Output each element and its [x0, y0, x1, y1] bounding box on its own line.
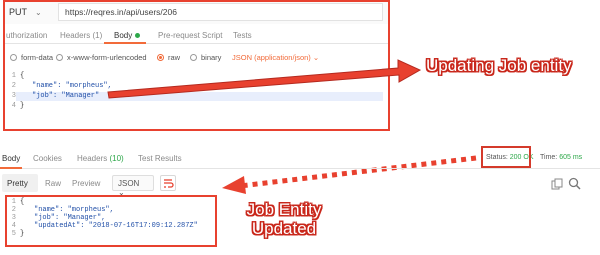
format-label: JSON [118, 179, 140, 188]
wrap-lines-icon [164, 179, 174, 188]
response-tab-cookies[interactable]: Cookies [33, 154, 62, 163]
annotation-line: Updated [251, 219, 317, 238]
response-time: Time: 605 ms [540, 154, 582, 161]
status-highlight-box [481, 146, 531, 168]
response-tab-test-results[interactable]: Test Results [138, 154, 182, 163]
format-select[interactable]: JSON ⌄ [112, 175, 154, 197]
annotation-entity-updated: Job Entity Updated [234, 200, 334, 238]
response-tab-body[interactable]: Body [2, 154, 20, 163]
annotation-line: Job Entity [246, 200, 322, 219]
search-icon[interactable] [568, 177, 581, 190]
view-pretty-button[interactable]: Pretty [7, 179, 28, 188]
copy-icon[interactable] [551, 178, 563, 190]
wrap-lines-button[interactable] [160, 175, 176, 191]
response-tab-headers-label: Headers [77, 154, 108, 163]
header-count: (10) [109, 154, 124, 163]
view-raw-button[interactable]: Raw [45, 179, 61, 188]
response-tab-headers[interactable]: Headers (10) [77, 154, 124, 163]
active-response-tab-underline [0, 167, 22, 169]
response-body-highlight-box [5, 195, 217, 247]
annotation-updating-job: Updating Job entity [426, 56, 572, 75]
time-value: 605 ms [559, 154, 583, 161]
arrow-right [107, 59, 422, 99]
view-preview-button[interactable]: Preview [72, 179, 100, 188]
time-label: Time: [540, 154, 558, 161]
